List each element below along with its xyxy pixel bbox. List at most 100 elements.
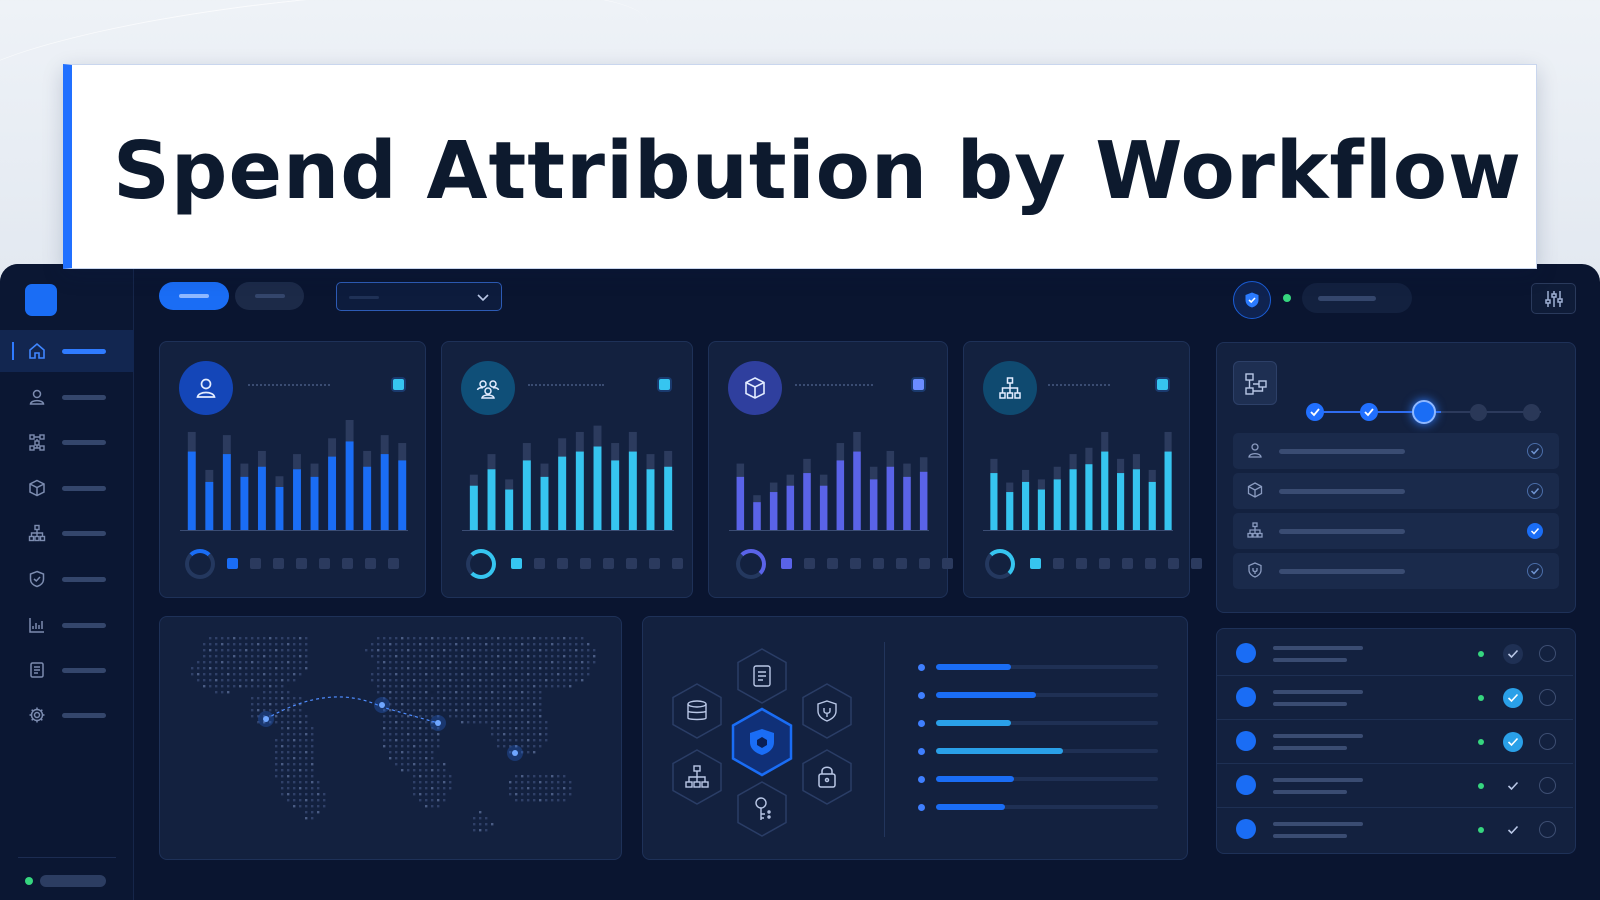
checkmark-icon[interactable]	[1503, 820, 1523, 840]
location-marker[interactable]	[512, 750, 518, 756]
kpi-card-products[interactable]	[708, 341, 953, 598]
page-dot[interactable]	[534, 558, 545, 569]
shield-plug-hex[interactable]	[798, 682, 856, 740]
checkmark-icon[interactable]	[1503, 688, 1523, 708]
world-map-card[interactable]	[159, 616, 622, 860]
page-dot[interactable]	[919, 558, 930, 569]
sidebar-item-hierarchy[interactable]	[0, 512, 134, 554]
app-logo[interactable]	[25, 284, 57, 316]
page-dot[interactable]	[296, 558, 307, 569]
status-pill[interactable]	[1302, 283, 1412, 313]
step-completed[interactable]	[1306, 403, 1324, 421]
page-dot[interactable]	[804, 558, 815, 569]
pagination-dots[interactable]	[1030, 558, 1202, 569]
document-hex[interactable]	[733, 647, 791, 705]
sidebar-item-security[interactable]	[0, 558, 134, 600]
task-row[interactable]	[1217, 720, 1573, 764]
checkmark-icon[interactable]	[1503, 644, 1523, 664]
location-marker[interactable]	[435, 720, 441, 726]
step-current[interactable]	[1412, 400, 1436, 424]
radio-button[interactable]	[1539, 821, 1556, 838]
page-dot[interactable]	[1053, 558, 1064, 569]
workflow-step-row[interactable]	[1233, 513, 1559, 549]
location-marker[interactable]	[379, 702, 385, 708]
sidebar-item-home[interactable]	[0, 330, 134, 372]
sidebar-item-reports[interactable]	[0, 604, 134, 646]
page-dot[interactable]	[1145, 558, 1156, 569]
page-dot[interactable]	[557, 558, 568, 569]
kpi-card-teams[interactable]	[441, 341, 693, 598]
page-dot[interactable]	[603, 558, 614, 569]
radio-button[interactable]	[1539, 733, 1556, 750]
page-dot[interactable]	[1168, 558, 1179, 569]
sidebar-item-network[interactable]	[0, 421, 134, 463]
user-status-pill[interactable]	[40, 875, 106, 887]
page-dot[interactable]	[626, 558, 637, 569]
page-dot[interactable]	[250, 558, 261, 569]
step-pending[interactable]	[1523, 404, 1540, 421]
pagination-dots[interactable]	[227, 558, 399, 569]
page-dot[interactable]	[781, 558, 792, 569]
task-row[interactable]	[1217, 808, 1573, 852]
check-circle-icon[interactable]	[1527, 443, 1543, 459]
page-dot[interactable]	[342, 558, 353, 569]
integrations-card[interactable]	[642, 616, 1188, 860]
workflow-step-row[interactable]	[1233, 553, 1559, 589]
page-dot[interactable]	[365, 558, 376, 569]
page-dot[interactable]	[273, 558, 284, 569]
check-circle-icon[interactable]	[1527, 523, 1543, 539]
sidebar-item-users[interactable]	[0, 376, 134, 418]
page-dot[interactable]	[227, 558, 238, 569]
page-dot[interactable]	[942, 558, 953, 569]
workflow-step-row[interactable]	[1233, 433, 1559, 469]
page-dot[interactable]	[649, 558, 660, 569]
security-status-button[interactable]	[1233, 281, 1271, 319]
lock-hex[interactable]	[798, 748, 856, 806]
page-dot[interactable]	[850, 558, 861, 569]
kpi-card-hierarchy[interactable]	[963, 341, 1202, 598]
core-security-hex[interactable]	[727, 707, 797, 777]
step-pending[interactable]	[1470, 404, 1487, 421]
page-dot[interactable]	[1030, 558, 1041, 569]
radio-button[interactable]	[1539, 645, 1556, 662]
check-circle-icon[interactable]	[1527, 563, 1543, 579]
step-completed[interactable]	[1360, 403, 1378, 421]
sidebar-item-settings[interactable]	[0, 694, 134, 736]
page-dot[interactable]	[827, 558, 838, 569]
page-dot[interactable]	[319, 558, 330, 569]
checkmark-icon[interactable]	[1503, 776, 1523, 796]
radio-button[interactable]	[1539, 777, 1556, 794]
workflow-step-row[interactable]	[1233, 473, 1559, 509]
page-dot[interactable]	[1122, 558, 1133, 569]
task-list-card[interactable]	[1216, 628, 1576, 854]
checkmark-icon[interactable]	[1503, 732, 1523, 752]
page-dot[interactable]	[1191, 558, 1202, 569]
page-dot[interactable]	[511, 558, 522, 569]
kpi-card-users[interactable]	[159, 341, 426, 598]
check-circle-icon[interactable]	[1527, 483, 1543, 499]
pagination-dots[interactable]	[781, 558, 953, 569]
network-hex[interactable]	[668, 748, 726, 806]
page-dot[interactable]	[896, 558, 907, 569]
task-row[interactable]	[1217, 764, 1573, 808]
filter-dropdown[interactable]	[336, 282, 502, 311]
sidebar-item-products[interactable]	[0, 467, 134, 509]
page-dot[interactable]	[672, 558, 683, 569]
filters-button[interactable]	[1531, 283, 1576, 314]
location-marker[interactable]	[263, 716, 269, 722]
page-dot[interactable]	[1076, 558, 1087, 569]
page-dot[interactable]	[388, 558, 399, 569]
pagination-dots[interactable]	[511, 558, 683, 569]
page-dot[interactable]	[580, 558, 591, 569]
database-hex[interactable]	[668, 682, 726, 740]
page-dot[interactable]	[1099, 558, 1110, 569]
workflow-progress-card[interactable]	[1216, 342, 1576, 613]
key-hex[interactable]	[733, 780, 791, 838]
tab-secondary[interactable]	[235, 282, 304, 310]
tab-primary[interactable]	[159, 282, 229, 310]
page-dot[interactable]	[873, 558, 884, 569]
sidebar-item-documents[interactable]	[0, 649, 134, 691]
task-row[interactable]	[1217, 632, 1573, 676]
radio-button[interactable]	[1539, 689, 1556, 706]
task-row[interactable]	[1217, 676, 1573, 720]
